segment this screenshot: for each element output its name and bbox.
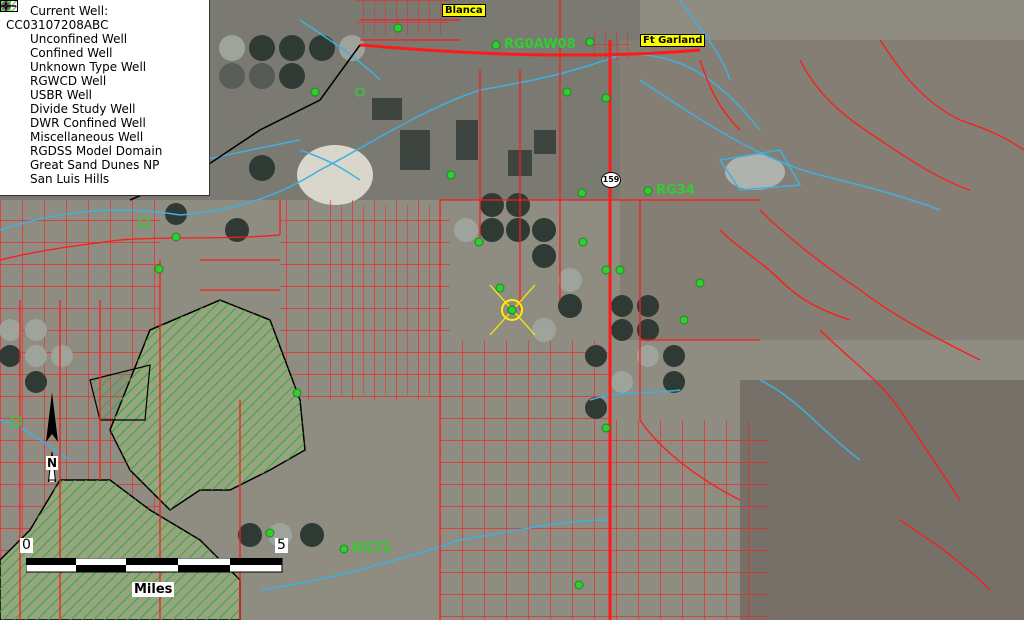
legend-item-label: USBR Well	[30, 88, 92, 102]
dry-lake	[297, 145, 373, 205]
usbr-well-icon	[2, 2, 24, 102]
scale-start-label: 0	[20, 537, 33, 553]
well-label-rg72[interactable]: RG72	[352, 542, 391, 555]
model-domain-line-icon	[0, 5, 24, 158]
highway-159-shield: 159	[601, 172, 621, 188]
rgwcd-well-icon	[2, 2, 24, 88]
legend-item-label: Great Sand Dunes NP	[30, 158, 160, 172]
legend-item-confined: Confined Well	[0, 0, 209, 60]
blanca-town-grid	[355, 0, 450, 35]
legend-item-label: Divide Study Well	[30, 102, 136, 116]
place-label-blanca: Blanca	[442, 4, 486, 17]
san-luis-hills-hatch-icon	[0, 0, 24, 186]
road-grid-southeast	[610, 420, 770, 620]
misc-well-icon	[0, 0, 24, 144]
scale-end-label: 5	[275, 537, 288, 553]
legend-item-unconfined: Unconfined Well	[0, 0, 209, 46]
mountain-region	[740, 380, 1024, 620]
legend-item-label: Unconfined Well	[30, 32, 128, 46]
legend-item-unknown: Unknown Type Well	[0, 0, 209, 74]
legend-item-label: RGWCD Well	[30, 74, 107, 88]
legend-current-well-id: CC03107208ABC	[6, 18, 109, 32]
well-location-map[interactable]: Blanca Ft Garland RG0AW08 RG34 RG72 159 …	[0, 0, 1024, 620]
legend-item-label: RGDSS Model Domain	[30, 144, 163, 158]
scale-units-label: Miles	[132, 582, 175, 597]
well-label-rg0aw08[interactable]: RG0AW08	[504, 38, 576, 51]
legend-current-well-row: Current Well:	[0, 0, 209, 18]
unknown-well-icon	[0, 0, 24, 74]
map-legend: Current Well: CC03107208ABC Unconfined W…	[0, 0, 210, 196]
north-label: N	[46, 456, 59, 470]
legend-item-label: San Luis Hills	[30, 172, 110, 186]
legend-item-model-domain: RGDSS Model Domain	[0, 5, 209, 158]
legend-item-rgwcd: RGWCD Well	[2, 2, 209, 88]
place-label-ft-garland: Ft Garland	[640, 34, 706, 47]
legend-item-misc: Miscellaneous Well	[0, 0, 209, 144]
road-grid-south	[440, 340, 610, 620]
legend-item-label: Miscellaneous Well	[30, 130, 144, 144]
well-label-rg34[interactable]: RG34	[656, 184, 695, 197]
legend-item-label: DWR Confined Well	[30, 116, 146, 130]
legend-current-well-label: Current Well:	[30, 4, 109, 18]
legend-item-dunes: Great Sand Dunes NP	[0, 0, 209, 172]
legend-item-label: Unknown Type Well	[30, 60, 147, 74]
legend-item-divide-study: Divide Study Well	[2, 2, 209, 116]
dunes-hatch-icon	[0, 0, 24, 172]
dwr-confined-well-icon	[2, 2, 24, 130]
legend-item-san-luis-hills: San Luis Hills	[0, 0, 209, 186]
legend-item-usbr: USBR Well	[2, 2, 209, 102]
unconfined-well-icon	[0, 0, 24, 46]
confined-well-icon	[0, 0, 24, 60]
legend-item-dwr-confined: DWR Confined Well	[2, 2, 209, 130]
road-grid-dense	[340, 205, 450, 395]
scale-bar	[26, 558, 283, 573]
legend-item-label: Confined Well	[30, 46, 113, 60]
divide-study-well-icon	[2, 2, 24, 116]
